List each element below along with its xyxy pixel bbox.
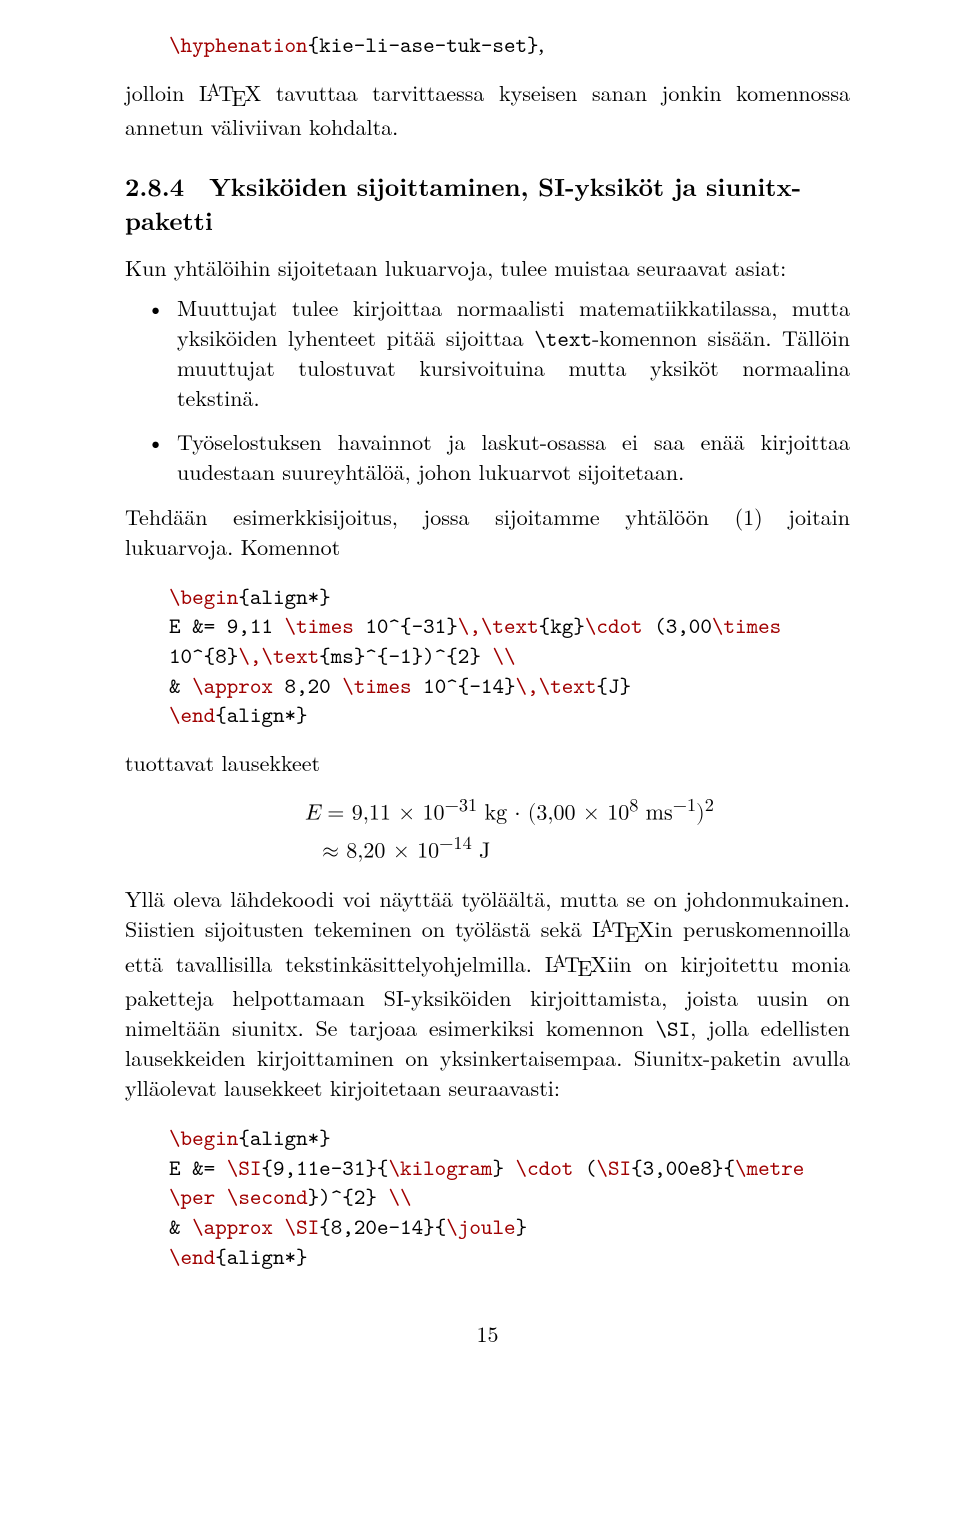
c1l2e: {kg} <box>539 611 585 640</box>
c1l2f: \cdot <box>585 611 643 640</box>
latex-logo-3: LATEX <box>545 948 607 979</box>
code2-l4: & \approx \SI{8,20e-14}{\joule} <box>169 1212 850 1242</box>
c2l2b: \SI <box>227 1153 262 1182</box>
c2l4g: } <box>516 1212 528 1241</box>
c1l3d: \\ <box>492 641 515 670</box>
c1l5a: \end <box>169 700 215 729</box>
p-tuottavat: tuottavat lausekkeet <box>125 748 850 778</box>
code-block-2: \begin{align*} E &= \SI{9,11e-31}{\kilog… <box>169 1123 850 1271</box>
c2l3b <box>215 1182 227 1211</box>
c1l2c: 10^{-31} <box>354 611 458 640</box>
p-big: Yllä oleva lähdekoodi voi näyttää työlää… <box>125 884 850 1102</box>
eq-exp1: −31 <box>445 796 478 815</box>
equation-block: E = 9,11 × 10−31 kg · (3,00 × 108 ms−1)2… <box>125 792 850 869</box>
arg-hyphenation: {kie-li-ase-tuk-set} <box>308 30 539 59</box>
c2l2i: {3,00e8}{ <box>631 1153 735 1182</box>
code2-l5: \end{align*} <box>169 1242 850 1272</box>
c2l1b: {align*} <box>238 1123 330 1152</box>
section-heading: 2.8.4 Yksiköiden sijoittaminen, SI-yksik… <box>125 170 850 238</box>
code-hyphenation: \hyphenation{kie-li-ase-tuk-set}, <box>169 30 850 60</box>
c1l4f: \,\text <box>516 671 597 700</box>
c2l3e: \\ <box>388 1182 411 1211</box>
eq-close: ) <box>696 802 705 824</box>
c1l4g: {J} <box>596 671 631 700</box>
c2l4a: & <box>169 1212 192 1241</box>
code2-l2: E &= \SI{9,11e-31}{\kilogram} \cdot (\SI… <box>169 1153 850 1183</box>
code1-l3: 10^{8}\,\text{ms}^{-1})^{2} \\ <box>169 641 850 671</box>
page: \hyphenation{kie-li-ase-tuk-set}, jolloi… <box>0 0 960 1523</box>
c2l5a: \end <box>169 1242 215 1271</box>
c1l2b: \times <box>285 611 354 640</box>
c2l3c: \second <box>227 1182 308 1211</box>
text-intro-a: jolloin <box>125 77 199 108</box>
p-after-heading: Kun yhtälöihin sijoitetaan lukuarvoja, t… <box>125 253 850 283</box>
latex-logo: LATEX <box>199 77 261 108</box>
comma: , <box>539 32 545 57</box>
code1-l4: & \approx 8,20 \times 10^{-14}\,\text{J} <box>169 671 850 701</box>
c2l2e: } <box>492 1153 515 1182</box>
eq-ms: ms <box>638 802 672 824</box>
c1l1b: {align*} <box>238 582 330 611</box>
c1l4c: 8,20 <box>273 671 342 700</box>
cmd-hyphenation: \hyphenation <box>169 30 308 59</box>
c1l4a: & <box>169 671 192 700</box>
c2l4f: \joule <box>446 1212 515 1241</box>
page-number: 15 <box>125 1319 850 1349</box>
c1l1a: \begin <box>169 582 238 611</box>
c2l4d: \SI <box>285 1212 320 1241</box>
eq-r1b: = 9,11 × 10 <box>320 802 445 824</box>
p-before-code1: Tehdään esimerkkisijoitus, jossa sijoita… <box>125 502 850 561</box>
eq-r2b: J <box>472 840 491 862</box>
c2l2f: \cdot <box>516 1153 574 1182</box>
c2l2c: {9,11e-31}{ <box>261 1153 388 1182</box>
eq-r2exp: −14 <box>439 834 472 853</box>
c1l3a: 10^{8} <box>169 641 238 670</box>
c2l2a: E &= <box>169 1153 227 1182</box>
c1l4d: \times <box>342 671 411 700</box>
c2l5b: {align*} <box>215 1242 307 1271</box>
c1l2d: \,\text <box>458 611 539 640</box>
cmd-SI: \SI <box>655 1014 690 1043</box>
c2l1a: \begin <box>169 1123 238 1152</box>
c2l2h: \SI <box>596 1153 631 1182</box>
code1-l2: E &= 9,11 \times 10^{-31}\,\text{kg}\cdo… <box>169 611 850 641</box>
c1l3c: {ms}^{-1})^{2} <box>319 641 492 670</box>
eq-exp4: 2 <box>705 796 714 815</box>
c1l2h: \times <box>712 611 781 640</box>
c1l2a: E &= 9,11 <box>169 611 285 640</box>
bullet-2: Työselostuksen havainnot ja laskut-osass… <box>177 427 850 486</box>
code-block-1: \begin{align*} E &= 9,11 \times 10^{-31}… <box>169 582 850 730</box>
bullet-list: Muuttujat tulee kirjoittaa normaalisti m… <box>125 293 850 486</box>
c1l5b: {align*} <box>215 700 307 729</box>
eq-E: E <box>305 802 320 824</box>
eq-exp2: 8 <box>629 796 638 815</box>
eq-exp3: −1 <box>673 796 696 815</box>
c1l4e: 10^{-14} <box>412 671 516 700</box>
code2-l1: \begin{align*} <box>169 1123 850 1153</box>
code2-l3: \per \second})^{2} \\ <box>169 1182 850 1212</box>
eq-r1c: kg · (3,00 × 10 <box>477 802 629 824</box>
c2l2d: \kilogram <box>388 1153 492 1182</box>
c2l2g: ( <box>573 1153 596 1182</box>
bullet-1: Muuttujat tulee kirjoittaa normaalisti m… <box>177 293 850 413</box>
eq-row-2: ≈ 8,20 × 10−14 J <box>125 830 850 868</box>
c1l2g: (3,00 <box>643 611 712 640</box>
c2l3d: })^{2} <box>308 1182 389 1211</box>
p-intro: jolloin LATEX tavuttaa tarvittaessa kyse… <box>125 78 850 142</box>
eq-r2a: ≈ 8,20 × 10 <box>322 840 439 862</box>
cmd-text: \text <box>534 324 592 353</box>
c2l4e: {8,20e-14}{ <box>319 1212 446 1241</box>
c1l3b: \,\text <box>238 641 319 670</box>
code1-l5: \end{align*} <box>169 700 850 730</box>
c2l4c <box>273 1212 285 1241</box>
code1-l1: \begin{align*} <box>169 582 850 612</box>
c2l2j: \metre <box>735 1153 804 1182</box>
latex-logo-2: LATEX <box>592 913 654 944</box>
eq-row-1: E = 9,11 × 10−31 kg · (3,00 × 108 ms−1)2 <box>125 792 850 830</box>
c2l4b: \approx <box>192 1212 273 1241</box>
c1l4b: \approx <box>192 671 273 700</box>
c2l3a: \per <box>169 1182 215 1211</box>
